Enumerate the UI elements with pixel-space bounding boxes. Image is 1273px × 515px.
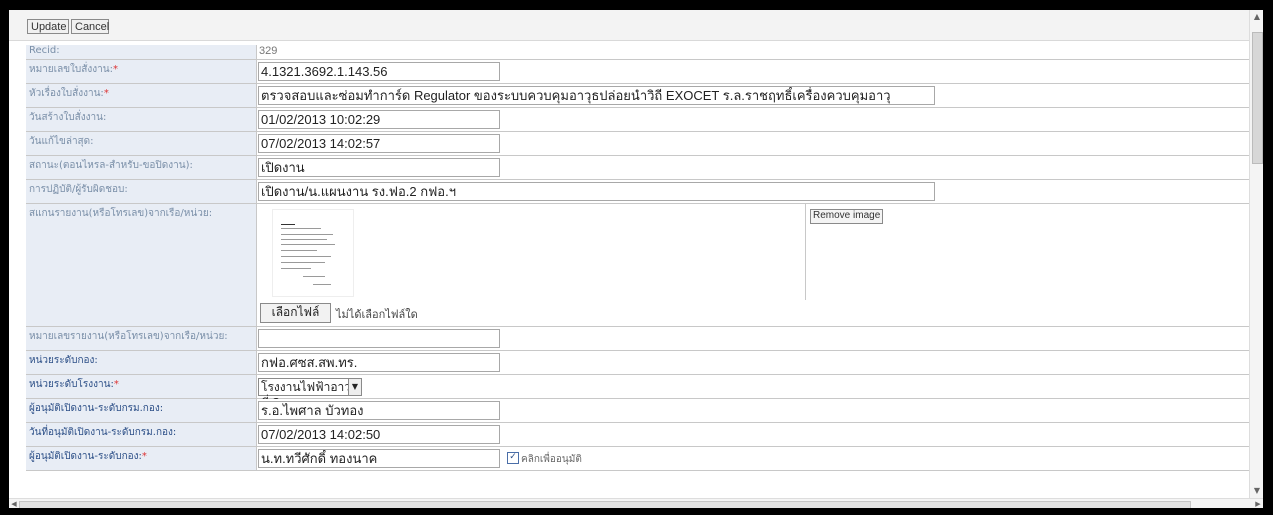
choose-file-button[interactable]: เลือกไฟล์ bbox=[260, 303, 331, 323]
attachment-label: สแกนรายงาน(หรือโทรเลข)จากเรือ/หน่วย: bbox=[26, 204, 256, 326]
report-no-input[interactable] bbox=[258, 329, 500, 348]
approve-date-input[interactable]: 07/02/2013 14:02:50 bbox=[258, 425, 500, 444]
approver-div-label: ผู้อนุมัติเปิดงาน-ระดับกรม.กอง: bbox=[26, 399, 256, 422]
no-file-text: ไม่ได้เลือกไฟล์ใด bbox=[336, 308, 418, 321]
row-order-no: หมายเลขใบสั่งงาน:* 4.1321.3692.1.143.56 bbox=[26, 60, 1249, 84]
unit-level-input[interactable]: กฟอ.ศซส.สพ.ทร. bbox=[258, 353, 500, 372]
row-created: วันสร้างใบสั่งงาน: 01/02/2013 10:02:29 bbox=[26, 108, 1249, 132]
update-button[interactable]: Update bbox=[27, 19, 69, 34]
scroll-up-icon[interactable]: ▲ bbox=[1250, 10, 1263, 24]
row-recid: Recid: 329 bbox=[26, 45, 1249, 60]
row-report-no: หมายเลขรายงาน(หรือโทรเลข)จากเรือ/หน่วย: bbox=[26, 327, 1249, 351]
modified-date-input[interactable]: 07/02/2013 14:02:57 bbox=[258, 134, 500, 153]
unit-level-label: หน่วยระดับกอง: bbox=[26, 351, 256, 374]
row-operation: การปฏิบัติ/ผู้รับผิดชอบ: เปิดงาน/น.แผนงา… bbox=[26, 180, 1249, 204]
row-factory-level: หน่วยระดับโรงงาน:* โรงงานไฟฟ้าอาวุธที่ 2… bbox=[26, 375, 1249, 410]
row-subject: หัวเรื่องใบสั่งงาน:* ตรวจสอบและซ่อมทำการ… bbox=[26, 84, 1249, 108]
row-unit-level: หน่วยระดับกอง: กฟอ.ศซส.สพ.ทร. bbox=[26, 351, 1249, 375]
order-no-input[interactable]: 4.1321.3692.1.143.56 bbox=[258, 62, 500, 81]
image-preview-cell bbox=[258, 204, 804, 300]
form-window: Update Cancel Recid: 329 หมายเลขใบสั่งงา… bbox=[9, 10, 1263, 508]
subject-label: หัวเรื่องใบสั่งงาน: bbox=[29, 88, 104, 99]
scanned-document-thumbnail bbox=[272, 209, 354, 297]
required-mark: * bbox=[112, 64, 118, 75]
required-mark: * bbox=[103, 88, 109, 99]
row-modified: วันแก้ไขล่าสุด: 07/02/2013 14:02:57 bbox=[26, 132, 1249, 156]
cancel-button[interactable]: Cancel bbox=[71, 19, 109, 34]
subject-input[interactable]: ตรวจสอบและซ่อมทำการ์ด Regulator ของระบบค… bbox=[258, 86, 935, 105]
status-input[interactable]: เปิดงาน bbox=[258, 158, 500, 177]
scroll-right-icon[interactable]: ▶ bbox=[1253, 499, 1263, 508]
recid-label: Recid: bbox=[26, 45, 256, 59]
recid-value: 329 bbox=[259, 45, 278, 57]
toolbar: Update Cancel bbox=[9, 10, 1249, 41]
remove-image-button[interactable]: Remove image bbox=[810, 209, 884, 224]
operation-input[interactable]: เปิดงาน/น.แผนงาน รง.ฟอ.2 กฟอ.ฯ bbox=[258, 182, 935, 201]
row-approver-div: ผู้อนุมัติเปิดงาน-ระดับกรม.กอง: ร.อ.ไพศา… bbox=[26, 399, 1249, 423]
approve-date-label: วันที่อนุมัติเปิดงาน-ระดับกรม.กอง: bbox=[26, 423, 256, 446]
chevron-down-icon[interactable]: ▼ bbox=[348, 379, 361, 395]
row-approve-date: วันที่อนุมัติเปิดงาน-ระดับกรม.กอง: 07/02… bbox=[26, 423, 1249, 447]
vertical-scroll-thumb[interactable] bbox=[1252, 32, 1263, 164]
row-attachment: สแกนรายงาน(หรือโทรเลข)จากเรือ/หน่วย: Rem… bbox=[26, 204, 1249, 327]
created-label: วันสร้างใบสั่งงาน: bbox=[26, 108, 256, 131]
image-action-cell: Remove image bbox=[805, 204, 1249, 300]
approver-unit-input[interactable]: น.ท.ทวีศักดิ์ ทองนาค bbox=[258, 449, 500, 468]
created-date-input[interactable]: 01/02/2013 10:02:29 bbox=[258, 110, 500, 129]
operation-label: การปฏิบัติ/ผู้รับผิดชอบ: bbox=[26, 180, 256, 203]
vertical-scrollbar[interactable]: ▲ ▼ bbox=[1249, 10, 1263, 498]
factory-level-label: หน่วยระดับโรงงาน: bbox=[29, 379, 114, 390]
report-no-label: หมายเลขรายงาน(หรือโทรเลข)จากเรือ/หน่วย: bbox=[26, 327, 256, 350]
horizontal-scroll-thumb[interactable] bbox=[19, 501, 1191, 508]
scroll-left-icon[interactable]: ◀ bbox=[9, 499, 19, 508]
row-approver-unit: ผู้อนุมัติเปิดงาน-ระดับกอง:* น.ท.ทวีศักด… bbox=[26, 447, 1249, 471]
modified-label: วันแก้ไขล่าสุด: bbox=[26, 132, 256, 155]
scroll-down-icon[interactable]: ▼ bbox=[1250, 484, 1263, 498]
status-label: สถานะ(ตอนไหรล-สำหรับ-ขอปิดงาน): bbox=[26, 156, 256, 179]
approver-div-input[interactable]: ร.อ.ไพศาล บัวทอง bbox=[258, 401, 500, 420]
approve-checkbox[interactable]: ✓ bbox=[507, 452, 519, 464]
order-no-label: หมายเลขใบสั่งงาน: bbox=[29, 64, 113, 75]
approver-unit-label: ผู้อนุมัติเปิดงาน-ระดับกอง: bbox=[29, 451, 142, 462]
factory-level-select[interactable]: โรงงานไฟฟ้าอาวุธที่ 2 ▼ bbox=[258, 378, 362, 410]
horizontal-scrollbar[interactable]: ◀ ▶ bbox=[9, 498, 1263, 508]
record-form: Recid: 329 หมายเลขใบสั่งงาน:* 4.1321.369… bbox=[26, 45, 1249, 471]
approve-checkbox-label: คลิกเพื่ออนุมัติ bbox=[521, 454, 582, 465]
required-mark: * bbox=[141, 451, 147, 462]
row-status: สถานะ(ตอนไหรล-สำหรับ-ขอปิดงาน): เปิดงาน bbox=[26, 156, 1249, 180]
required-mark: * bbox=[113, 379, 119, 390]
